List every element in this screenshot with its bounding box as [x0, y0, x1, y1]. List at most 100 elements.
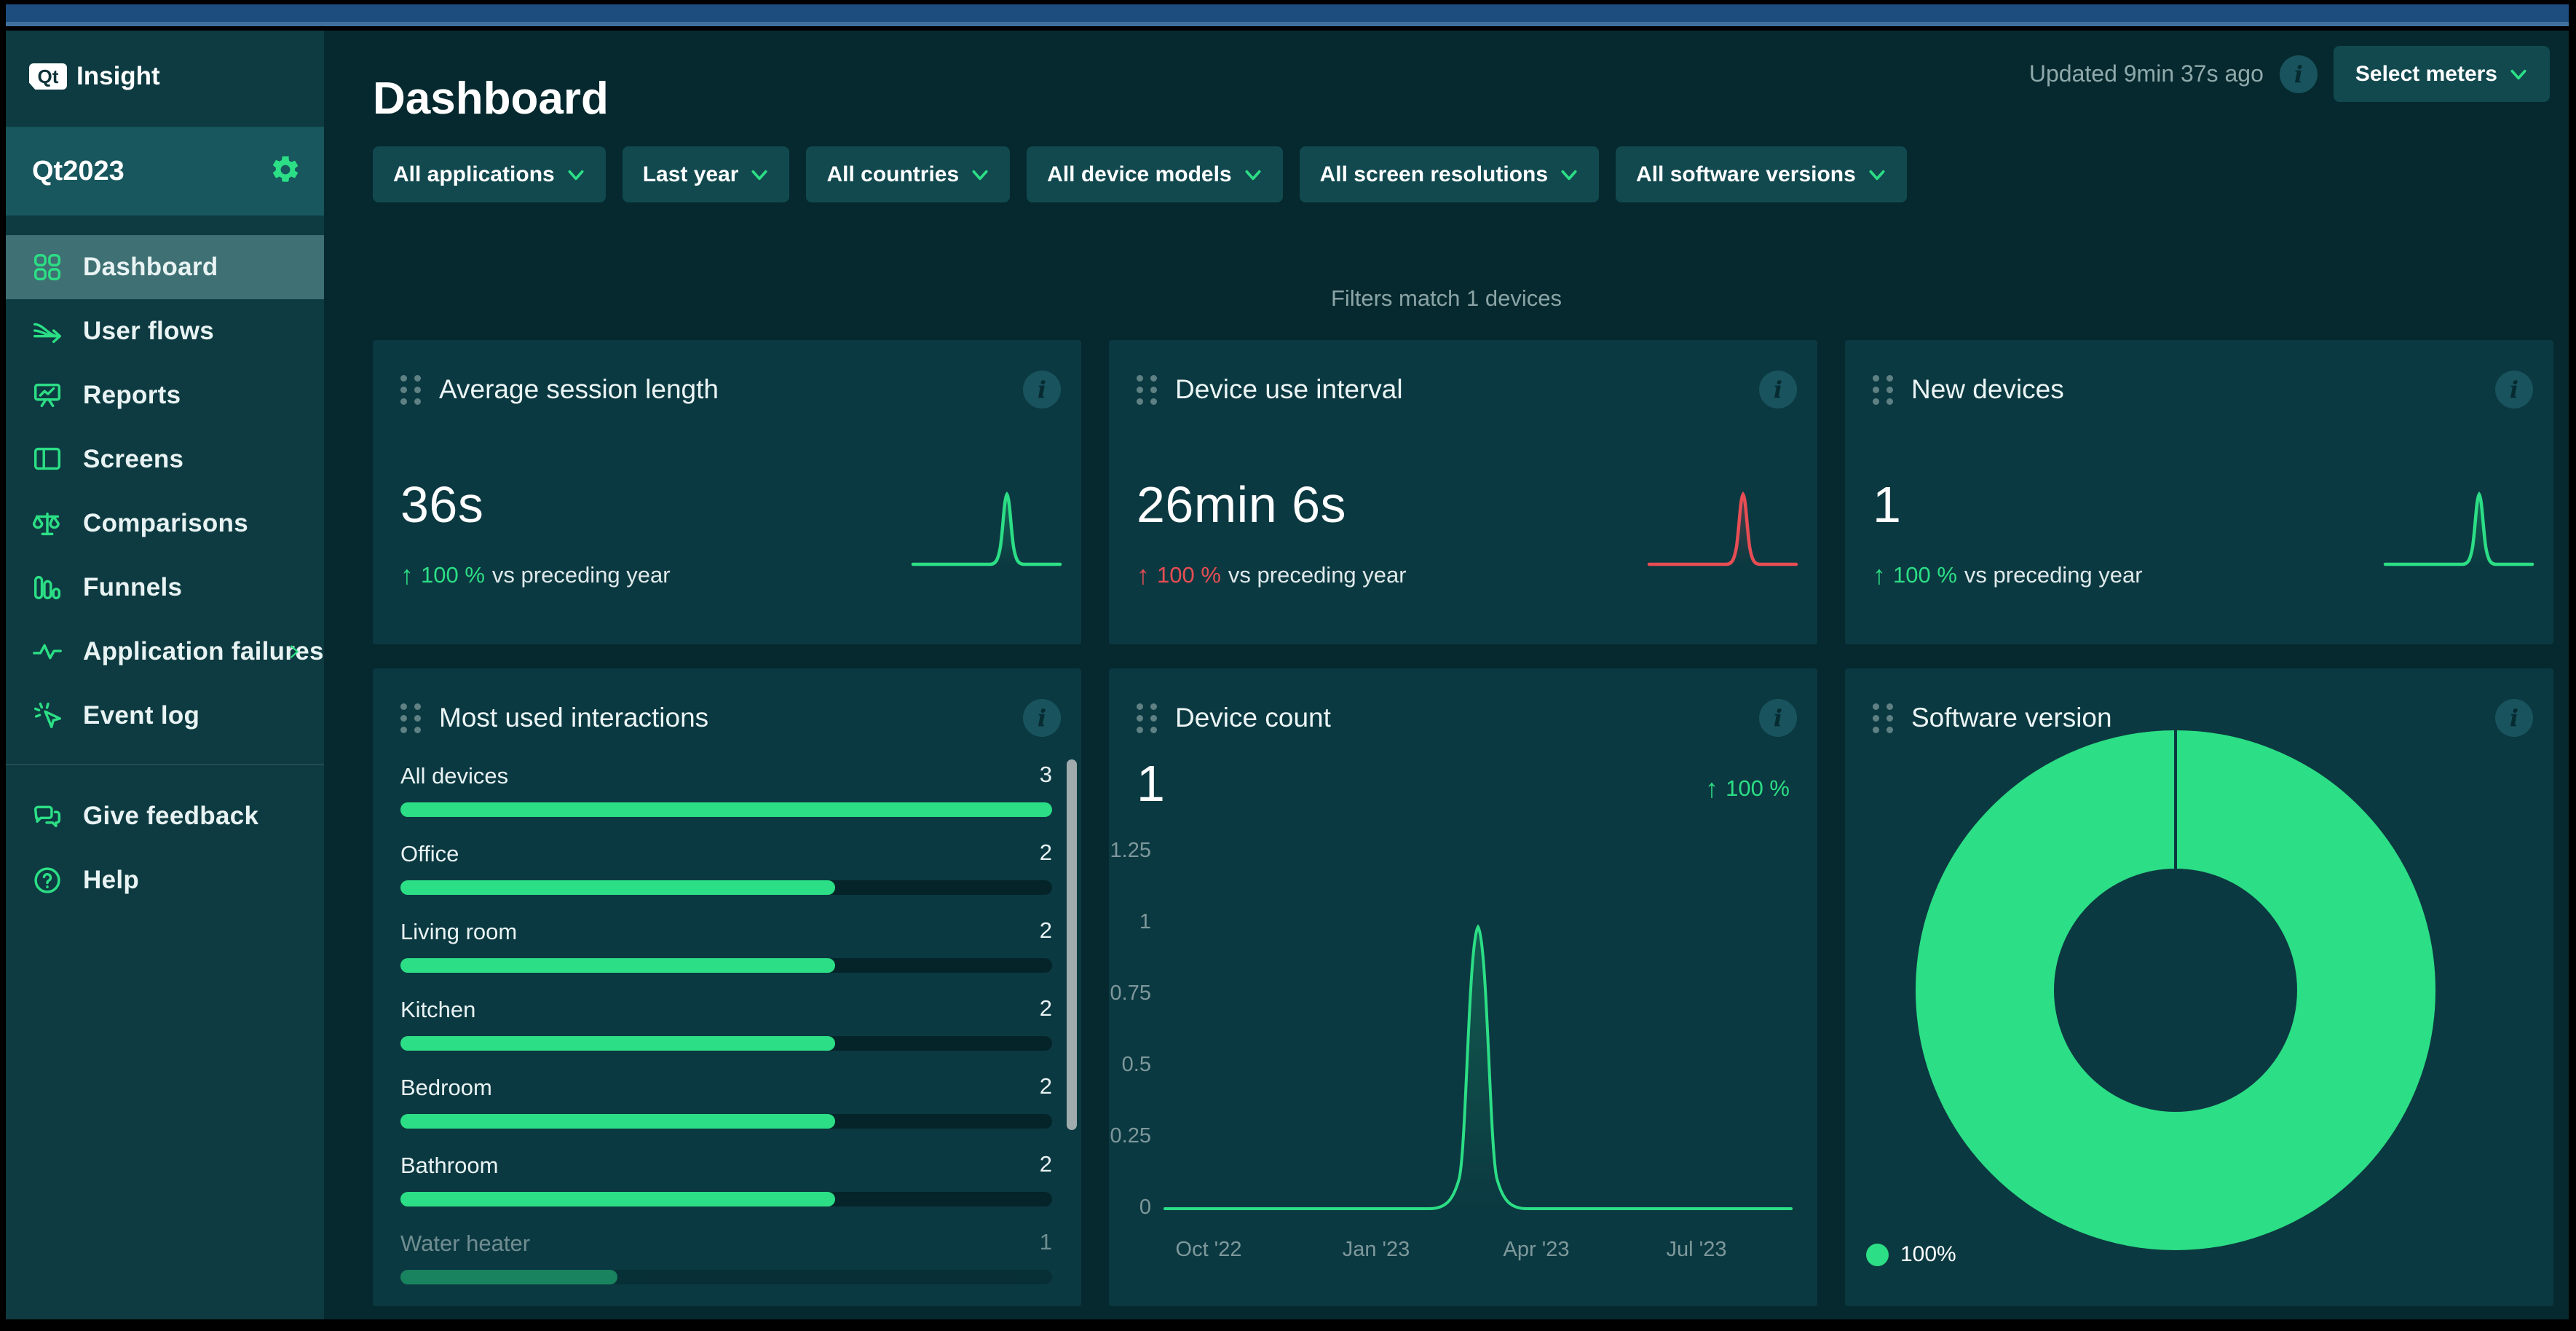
- item-value: 2: [1040, 1151, 1052, 1177]
- sidebar-item-label: Help: [83, 866, 139, 895]
- bar-track: [400, 802, 1052, 817]
- info-icon[interactable]: i: [2280, 55, 2318, 93]
- sidebar-nav: Dashboard User flows Reports Screens: [6, 235, 324, 748]
- item-label: Bathroom: [400, 1153, 498, 1179]
- card-header: Device use interval: [1137, 369, 1797, 410]
- item-value: 3: [1040, 762, 1052, 788]
- card-title: Most used interactions: [439, 703, 708, 733]
- app-logo: Qt Insight: [29, 62, 160, 91]
- filter-software-versions[interactable]: All software versions: [1616, 146, 1907, 202]
- bar-track: [400, 1036, 1052, 1051]
- sidebar-item-label: Dashboard: [83, 253, 218, 282]
- sidebar-item-funnels[interactable]: Funnels: [6, 556, 324, 620]
- card-header: New devices: [1873, 369, 2533, 410]
- chevron-right-icon: [286, 644, 302, 660]
- delta-text: vs preceding year: [1228, 562, 1407, 588]
- list-item: Living room 2: [400, 912, 1052, 990]
- card-device-count: Device count i 1 ↑ 100 % 1.25 1 0.75 0.5…: [1109, 668, 1817, 1306]
- sidebar-divider: [6, 764, 324, 765]
- sidebar-item-label: Screens: [83, 445, 183, 474]
- window-title-bar: [6, 4, 2569, 26]
- drag-handle-icon[interactable]: [1137, 375, 1158, 405]
- card-title: New devices: [1911, 374, 2064, 405]
- card-header: Average session length: [400, 369, 1061, 410]
- drag-handle-icon[interactable]: [1873, 703, 1894, 733]
- info-icon[interactable]: i: [1759, 371, 1797, 408]
- filter-countries[interactable]: All countries: [806, 146, 1010, 202]
- sidebar-item-application-failures[interactable]: Application failures: [6, 620, 324, 684]
- info-icon[interactable]: i: [1023, 371, 1061, 408]
- x-axis-tick: Oct '22: [1176, 1238, 1242, 1262]
- info-icon[interactable]: i: [2495, 699, 2533, 737]
- sidebar-item-help[interactable]: Help: [6, 848, 324, 912]
- info-icon[interactable]: i: [2495, 371, 2533, 408]
- gear-icon[interactable]: [269, 154, 301, 189]
- svg-text:i: i: [2294, 60, 2303, 88]
- page-title: Dashboard: [373, 73, 609, 125]
- filter-time-range[interactable]: Last year: [623, 146, 790, 202]
- project-selector[interactable]: Qt2023: [6, 127, 324, 216]
- item-label: Kitchen: [400, 997, 475, 1023]
- bar-track: [400, 1114, 1052, 1129]
- sidebar-item-user-flows[interactable]: User flows: [6, 299, 324, 363]
- sidebar-item-dashboard[interactable]: Dashboard: [6, 235, 324, 299]
- drag-handle-icon[interactable]: [400, 703, 422, 733]
- item-label: Living room: [400, 919, 517, 945]
- filter-label: All screen resolutions: [1320, 162, 1548, 187]
- sidebar-item-give-feedback[interactable]: Give feedback: [6, 784, 324, 848]
- updated-timestamp: Updated 9min 37s ago: [2029, 60, 2264, 87]
- select-meters-button[interactable]: Select meters: [2334, 46, 2550, 102]
- bar-fill: [400, 1036, 835, 1051]
- list-item: Bedroom 2: [400, 1067, 1052, 1145]
- item-value: 2: [1040, 917, 1052, 944]
- legend-dot-icon: [1866, 1244, 1889, 1266]
- filter-label: Last year: [643, 162, 739, 187]
- filter-device-models[interactable]: All device models: [1027, 146, 1282, 202]
- item-value: 2: [1040, 1073, 1052, 1099]
- bar-fill: [400, 1192, 835, 1206]
- x-axis-tick: Apr '23: [1504, 1238, 1570, 1262]
- sidebar-item-comparisons[interactable]: Comparisons: [6, 491, 324, 556]
- stat-value: 1: [1873, 475, 1901, 534]
- info-icon[interactable]: i: [1023, 699, 1061, 737]
- sparkline-chart: [907, 483, 1064, 580]
- svg-text:i: i: [2510, 704, 2518, 732]
- bar-track: [400, 1270, 1052, 1284]
- sidebar-item-label: User flows: [83, 317, 214, 346]
- filter-label: All device models: [1047, 162, 1231, 187]
- legend-label: 100%: [1900, 1242, 1956, 1267]
- filter-label: All software versions: [1636, 162, 1856, 187]
- filter-applications[interactable]: All applications: [373, 146, 606, 202]
- svg-text:i: i: [2510, 376, 2518, 403]
- sidebar-item-reports[interactable]: Reports: [6, 363, 324, 427]
- sidebar-footer-nav: Give feedback Help: [6, 784, 324, 912]
- main-content: Dashboard Updated 9min 37s ago i Select …: [324, 31, 2569, 1319]
- delta-text: vs preceding year: [492, 562, 671, 588]
- svg-text:i: i: [1038, 704, 1046, 732]
- bar-fill: [400, 1270, 617, 1284]
- svg-text:i: i: [1038, 376, 1046, 403]
- delta-value: 100 %: [421, 562, 485, 588]
- item-label: All devices: [400, 763, 508, 789]
- delta-text: vs preceding year: [1964, 562, 2143, 588]
- list-item: All devices 3: [400, 756, 1052, 834]
- list-item: Water heater 1: [400, 1223, 1052, 1301]
- bar-track: [400, 958, 1052, 973]
- sidebar-item-screens[interactable]: Screens: [6, 427, 324, 491]
- bar-track: [400, 880, 1052, 895]
- drag-handle-icon[interactable]: [400, 375, 422, 405]
- software-version-donut-chart: [1906, 721, 2445, 1260]
- scrollbar-thumb[interactable]: [1067, 759, 1077, 1130]
- drag-handle-icon[interactable]: [1873, 375, 1894, 405]
- item-value: 1: [1040, 1229, 1052, 1255]
- card-header: Most used interactions: [400, 698, 1061, 738]
- sidebar-item-event-log[interactable]: Event log: [6, 684, 324, 748]
- item-label: Office: [400, 841, 459, 867]
- filters-match-text: Filters match 1 devices: [324, 285, 2569, 312]
- interactions-list: All devices 3 Office 2 Living room 2: [400, 756, 1052, 1306]
- card-most-used-interactions: Most used interactions i All devices 3 O…: [373, 668, 1081, 1306]
- device-count-chart: [1109, 668, 1817, 1306]
- flows-icon: [31, 315, 64, 348]
- filter-screen-resolutions[interactable]: All screen resolutions: [1300, 146, 1599, 202]
- app-logo-label: Insight: [76, 62, 160, 91]
